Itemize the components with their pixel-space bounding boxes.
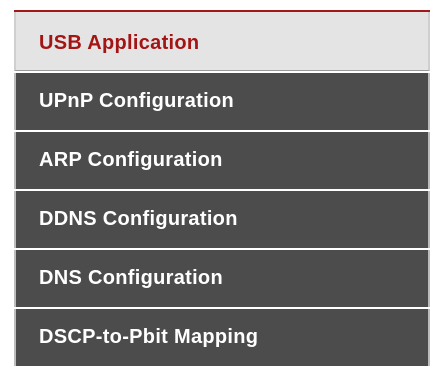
menu-item-label: DNS Configuration <box>39 267 223 289</box>
menu-item-upnp-configuration[interactable]: UPnP Configuration <box>14 73 430 130</box>
menu-item-label: DSCP-to-Pbit Mapping <box>39 326 259 348</box>
menu-item-dscp-to-pbit-mapping[interactable]: DSCP-to-Pbit Mapping <box>14 309 430 366</box>
sidebar-menu: USB Application UPnP Configuration ARP C… <box>14 10 430 366</box>
menu-item-usb-application[interactable]: USB Application <box>14 12 430 71</box>
menu-item-dns-configuration[interactable]: DNS Configuration <box>14 250 430 307</box>
menu-item-label: USB Application <box>39 31 200 54</box>
menu-item-label: DDNS Configuration <box>39 208 238 230</box>
menu-item-label: UPnP Configuration <box>39 90 235 112</box>
menu-item-label: ARP Configuration <box>39 149 223 171</box>
menu-item-arp-configuration[interactable]: ARP Configuration <box>14 132 430 189</box>
menu-item-ddns-configuration[interactable]: DDNS Configuration <box>14 191 430 248</box>
